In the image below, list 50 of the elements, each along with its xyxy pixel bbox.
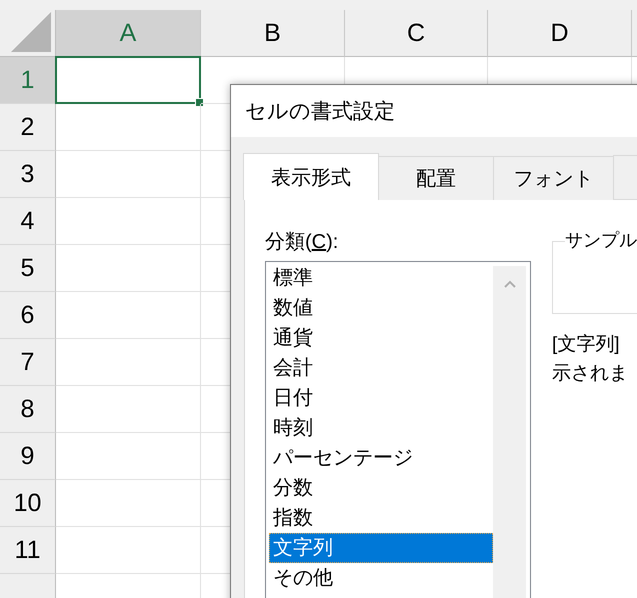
category-list[interactable]: 標準 数値 通貨 会計 日付 時刻 パーセンテージ 分数 指数 文字列 その他 — [265, 261, 531, 598]
tab[interactable]: フォント — [493, 156, 614, 200]
chevron-up-icon[interactable] — [504, 280, 516, 288]
tab[interactable]: 表示形式 — [243, 153, 379, 200]
selected-cell[interactable] — [55, 56, 201, 104]
row-header[interactable]: 2 — [0, 104, 56, 151]
grid-cell[interactable] — [56, 480, 201, 527]
category-item[interactable]: 日付 — [269, 383, 493, 413]
category-item[interactable]: パーセンテージ — [269, 443, 493, 473]
grid-cell[interactable] — [56, 527, 201, 574]
row-header[interactable]: 10 — [0, 480, 56, 527]
row-header[interactable]: 7 — [0, 339, 56, 386]
tab[interactable]: 配置 — [378, 156, 494, 200]
row-header[interactable]: 6 — [0, 292, 56, 339]
description-text: [文字列] — [552, 333, 621, 357]
grid-cell[interactable] — [56, 386, 201, 433]
category-item[interactable]: 時刻 — [269, 413, 493, 443]
column-header[interactable]: A — [56, 10, 201, 57]
sample-label: サンプル — [565, 228, 637, 252]
row-header[interactable]: 11 — [0, 527, 56, 574]
row-header[interactable]: 4 — [0, 198, 56, 245]
fill-handle[interactable] — [195, 98, 204, 107]
grid-cell[interactable] — [56, 433, 201, 480]
category-item[interactable]: 通貨 — [269, 323, 493, 353]
scrollbar[interactable] — [493, 266, 526, 598]
grid-cell[interactable] — [56, 292, 201, 339]
row-header[interactable]: 3 — [0, 151, 56, 198]
grid-cell[interactable] — [56, 151, 201, 198]
grid-cell[interactable] — [56, 198, 201, 245]
row-header[interactable]: 8 — [0, 386, 56, 433]
grid-cell[interactable] — [56, 245, 201, 292]
dialog-title: セルの書式設定 — [231, 85, 637, 137]
category-label: 分類(C): — [265, 230, 340, 252]
select-all-triangle-icon[interactable] — [11, 12, 51, 52]
row-header[interactable]: 1 — [0, 57, 56, 104]
category-item[interactable]: 会計 — [269, 353, 493, 383]
category-item[interactable]: 数値 — [269, 293, 493, 323]
row-header[interactable]: 9 — [0, 433, 56, 480]
column-header[interactable]: D — [488, 10, 632, 57]
row-header[interactable]: 5 — [0, 245, 56, 292]
category-item[interactable]: 文字列 — [269, 533, 493, 563]
category-item[interactable]: 分数 — [269, 473, 493, 503]
column-header[interactable]: C — [345, 10, 488, 57]
column-header[interactable]: B — [201, 10, 345, 57]
description-text: 示されま — [552, 362, 629, 386]
category-item[interactable]: その他 — [269, 563, 493, 593]
grid-cell[interactable] — [56, 104, 201, 151]
category-item[interactable]: 指数 — [269, 503, 493, 533]
grid-cell[interactable] — [56, 339, 201, 386]
category-item[interactable]: 標準 — [269, 263, 493, 293]
